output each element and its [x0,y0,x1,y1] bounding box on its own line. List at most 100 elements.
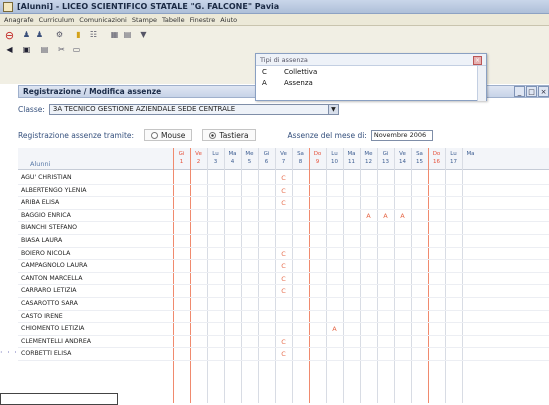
month-select[interactable]: Novembre 2006 [370,129,433,141]
absence-grid: Alunni Gi 1 Ve 2 Lu 3 Ma 4 Me 5 Gi 6 Ve 7 Sa 8 Do 9 Lu 10 Ma… [18,148,549,403]
students-icon[interactable]: ♟ [33,29,46,41]
student-row[interactable]: CANTON MARCELLA C [18,273,549,286]
student-row[interactable]: BIASA LAURA [18,235,549,248]
absence-mark[interactable]: C [275,185,292,197]
list-icon[interactable]: ☷ [87,29,100,41]
class-select[interactable]: 3A TECNICO GESTIONE AZIENDALE SEDE CENTR… [48,103,339,115]
student-row[interactable]: AGU' CHRISTIAN C [18,172,549,185]
month-label: Assenze del mese di: [287,130,367,140]
radio-tastiera[interactable]: Tastiera [202,129,256,141]
class-row: Classe: 3A TECNICO GESTIONE AZIENDALE SE… [18,102,549,116]
absence-mark[interactable]: A [360,210,377,222]
popup-row[interactable]: A Assenza [256,77,486,88]
student-row[interactable]: CHIOMENTO LETIZIA A [18,323,549,336]
menu-anagrafe[interactable]: Anagrafe [4,16,34,24]
student-name: CANTON MARCELLA [21,274,83,282]
radio-tastiera-label: Tastiera [219,130,249,140]
absence-mark[interactable]: C [275,348,292,360]
class-label: Classe: [18,104,45,114]
radio-tastiera-dot [209,131,217,139]
maximize-icon[interactable]: □ [526,86,537,97]
back-icon[interactable]: ◀ [3,44,16,56]
menu-comunicazioni[interactable]: Comunicazioni [79,16,127,24]
copy-icon[interactable]: ▭ [70,44,83,56]
exit-icon[interactable]: ⊖ [3,29,16,41]
student-row[interactable]: BOIERO NICOLA C [18,248,549,261]
menu-aiuto[interactable]: Aiuto [220,16,237,24]
radio-mouse[interactable]: Mouse [144,129,193,141]
absence-mark[interactable]: C [275,172,292,184]
absence-mark[interactable]: A [326,323,343,335]
absence-mark[interactable]: C [275,248,292,260]
student-name: ALBERTENGO YLENIA [21,186,87,194]
absence-mark[interactable]: C [275,260,292,272]
student-row[interactable]: CAMPAGNOLO LAURA C [18,260,549,273]
menu-stampe[interactable]: Stampe [132,16,157,24]
student-name: BOIERO NICOLA [21,249,71,257]
student-row[interactable]: ARIBA ELISA C [18,197,549,210]
student-name: BIANCHI STEFANO [21,224,78,232]
absence-mark[interactable]: C [275,285,292,297]
student-name: CARRARO LETIZIA [21,287,77,295]
radio-mouse-label: Mouse [161,130,186,140]
filter-icon[interactable]: ▼ [137,29,150,41]
student-row[interactable]: CLEMENTELLI ANDREA C [18,336,549,349]
absence-type-popup: Tipi di assenza × C Collettiva A Assenza [255,53,487,101]
absence-mark[interactable]: C [275,273,292,285]
student-row[interactable]: CORBETTI ELISA C [18,348,549,361]
student-name: CORBETTI ELISA [21,350,72,358]
callout-box [0,393,118,405]
student-icon[interactable]: ♟ [20,29,33,41]
window-title: [Alunni] - LICEO SCIENTIFICO STATALE "G.… [17,2,280,11]
month-select-value: Novembre 2006 [373,131,427,139]
student-row[interactable]: BAGGIO ENRICA A A A [18,210,549,223]
folder-icon[interactable]: ▮ [72,29,85,41]
student-name: CAMPAGNOLO LAURA [21,262,88,270]
students-column-header: Alunni [30,160,51,168]
registration-label: Registrazione assenze tramite: [18,130,135,140]
absence-mark[interactable]: C [275,197,292,209]
student-row[interactable]: CASTO IRENE [18,311,549,324]
student-name: CASAROTTO SARA [21,300,78,307]
minimize-icon[interactable]: _ [514,86,525,97]
app-icon [3,1,13,12]
student-row[interactable]: ALBERTENGO YLENIA C [18,185,549,198]
popup-row[interactable]: C Collettiva [256,66,486,77]
cut-icon[interactable]: ✂ [55,44,68,56]
absence-mark[interactable]: A [394,210,411,222]
grid-icon[interactable]: ▤ [121,29,134,41]
subwindow-title: Registrazione / Modifica assenze [23,87,162,96]
popup-row-code: A [262,78,267,87]
menu-curriculum[interactable]: Curriculum [39,16,75,24]
popup-header: Tipi di assenza [256,54,486,66]
popup-row-label: Assenza [284,78,313,87]
absence-mark[interactable]: A [377,210,394,222]
menu-finestre[interactable]: Finestre [190,16,216,24]
popup-close-icon[interactable]: × [473,56,482,65]
save-icon[interactable]: ▣ [20,44,33,56]
student-row[interactable]: CASAROTTO SARA [18,298,549,311]
student-name: CHIOMENTO LETIZIA [21,325,85,333]
registration-row: Registrazione assenze tramite: Mouse Tas… [18,128,549,142]
student-row[interactable]: BIANCHI STEFANO [18,222,549,235]
chevron-down-icon[interactable]: ▼ [327,104,338,114]
student-name: CASTO IRENE [21,312,63,320]
popup-header-label: Tipi di assenza [260,55,308,64]
menu-tabelle[interactable]: Tabelle [162,16,185,24]
radio-mouse-dot [151,131,159,139]
print-icon[interactable]: ▤ [38,44,51,56]
student-name: ARIBA ELISA [21,199,60,207]
popup-scrollbar[interactable] [477,66,486,101]
student-name: CLEMENTELLI ANDREA [21,337,91,345]
title-bar: [Alunni] - LICEO SCIENTIFICO STATALE "G.… [0,0,549,14]
close-icon[interactable]: × [538,86,549,97]
absence-mark[interactable]: C [275,336,292,348]
student-row[interactable]: CARRARO LETIZIA C [18,285,549,298]
popup-row-code: C [262,67,267,76]
class-select-value: 3A TECNICO GESTIONE AZIENDALE SEDE CENTR… [52,105,236,113]
student-name: BAGGIO ENRICA [21,211,71,219]
connector-dots: · · · [0,348,18,357]
tools-icon[interactable]: ⚙ [53,29,66,41]
popup-row-label: Collettiva [284,67,318,76]
calendar-icon[interactable]: ▦ [108,29,121,41]
